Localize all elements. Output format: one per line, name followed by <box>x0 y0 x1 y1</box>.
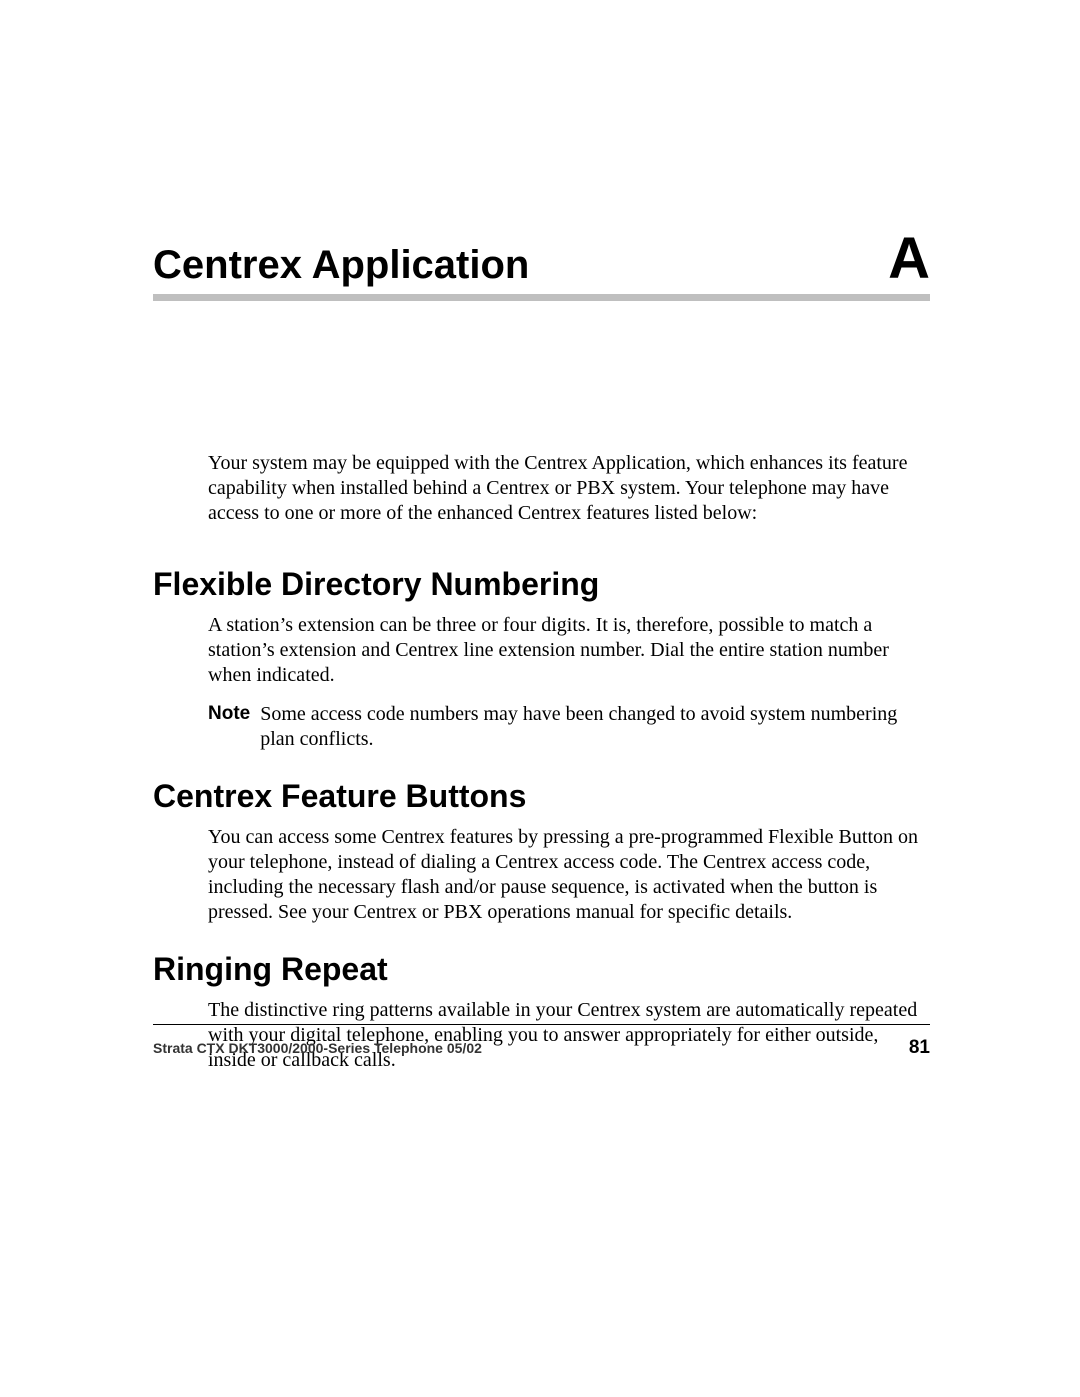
note-text: Some access code numbers may have been c… <box>260 702 930 752</box>
note-label: Note <box>208 702 250 752</box>
page: Centrex Application A Your system may be… <box>0 0 1080 1397</box>
chapter-letter: A <box>888 230 930 288</box>
section-body: You can access some Centrex features by … <box>208 825 930 925</box>
section-heading: Ringing Repeat <box>153 951 930 988</box>
page-footer: Strata CTX DKT3000/2000-Series Telephone… <box>153 1024 930 1059</box>
section-body: A station’s extension can be three or fo… <box>208 613 930 688</box>
chapter-header: Centrex Application A <box>153 230 930 301</box>
footer-page-number: 81 <box>909 1037 930 1059</box>
note: Note Some access code numbers may have b… <box>208 702 930 752</box>
section-heading: Flexible Directory Numbering <box>153 566 930 603</box>
intro-paragraph: Your system may be equipped with the Cen… <box>208 451 930 526</box>
chapter-title: Centrex Application <box>153 243 529 288</box>
section-heading: Centrex Feature Buttons <box>153 778 930 815</box>
footer-doc-title: Strata CTX DKT3000/2000-Series Telephone… <box>153 1040 482 1056</box>
